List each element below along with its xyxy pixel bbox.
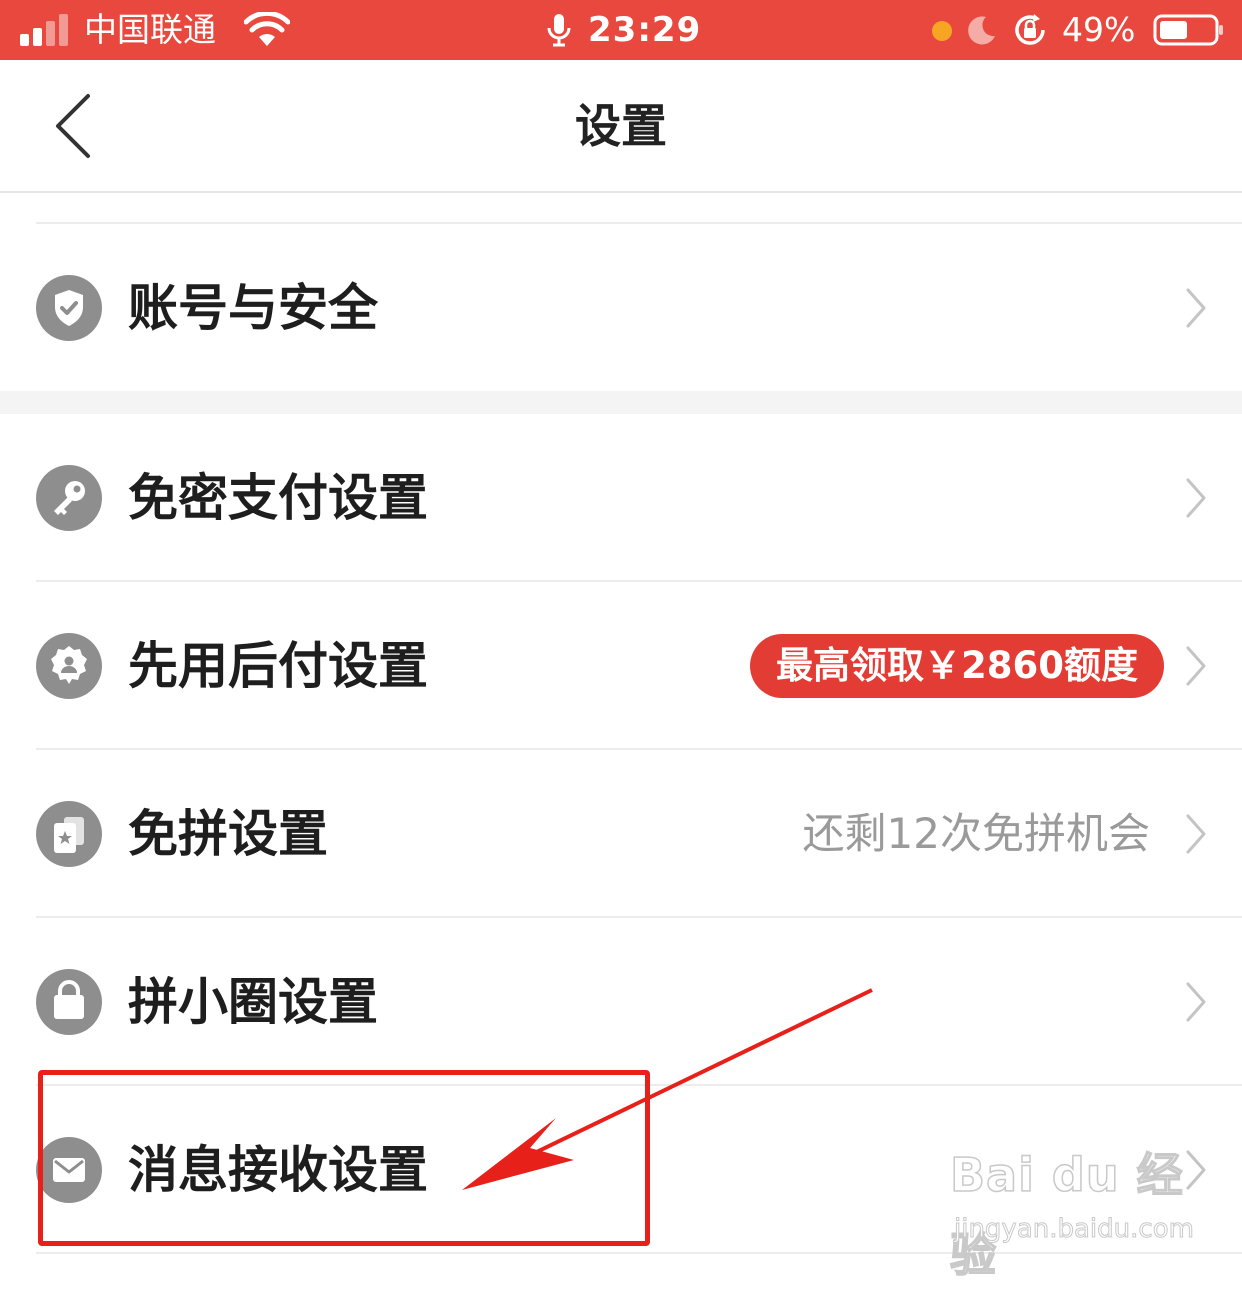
carrier-name: 中国联通 [84, 10, 216, 49]
page-title: 设置 [575, 99, 667, 153]
section-separator [0, 391, 1242, 414]
status-bar: 中国联通 23:29 49% [0, 0, 1242, 60]
settings-item-label: 免拼设置 [128, 805, 328, 863]
watermark-url: jingyan.baidu.com [954, 1214, 1195, 1245]
wifi-icon [244, 12, 290, 46]
chevron-right-icon [1186, 646, 1206, 686]
battery-percent: 49% [1062, 10, 1136, 49]
bag-icon [36, 969, 102, 1035]
settings-item-pay-later[interactable]: 先用后付设置 最高领取￥2860额度 [0, 582, 1242, 750]
baidu-jingyan-logo: Bai du 经验 [949, 1147, 1184, 1283]
settings-item-password-free-pay[interactable]: 免密支付设置 [0, 414, 1242, 582]
chevron-right-icon [1186, 288, 1206, 328]
settings-item-skip-group[interactable]: 免拼设置 还剩12次免拼机会 [0, 750, 1242, 918]
nav-bar: 设置 [0, 60, 1242, 193]
moon-icon [968, 16, 995, 45]
annotation-highlight-box [38, 1070, 650, 1246]
chevron-right-icon [1186, 478, 1206, 518]
recording-dot-icon [932, 21, 952, 41]
credit-limit-badge: 最高领取￥2860额度 [750, 634, 1164, 698]
rotation-lock-icon [1015, 14, 1045, 45]
clock-time: 23:29 [588, 10, 702, 50]
remaining-chances-text: 还剩12次免拼机会 [802, 809, 1150, 858]
settings-item-label: 账号与安全 [128, 279, 378, 337]
shield-check-icon [36, 275, 102, 341]
microphone-icon [547, 14, 571, 47]
settings-item-label: 先用后付设置 [128, 637, 428, 695]
settings-item-account-security[interactable]: 账号与安全 [0, 224, 1242, 392]
settings-item-label: 拼小圈设置 [128, 973, 378, 1031]
chevron-right-icon [1186, 814, 1206, 854]
signal-icon [20, 14, 68, 46]
badge-person-icon [36, 633, 102, 699]
key-icon [36, 465, 102, 531]
chevron-right-icon [1186, 982, 1206, 1022]
settings-item-group-circle[interactable]: 拼小圈设置 [0, 918, 1242, 1086]
watermark: Bai du 经验 jingyan.baidu.com [949, 1135, 1194, 1283]
battery-icon [1153, 14, 1223, 46]
star-cards-icon [36, 801, 102, 867]
settings-item-label: 免密支付设置 [128, 469, 428, 527]
